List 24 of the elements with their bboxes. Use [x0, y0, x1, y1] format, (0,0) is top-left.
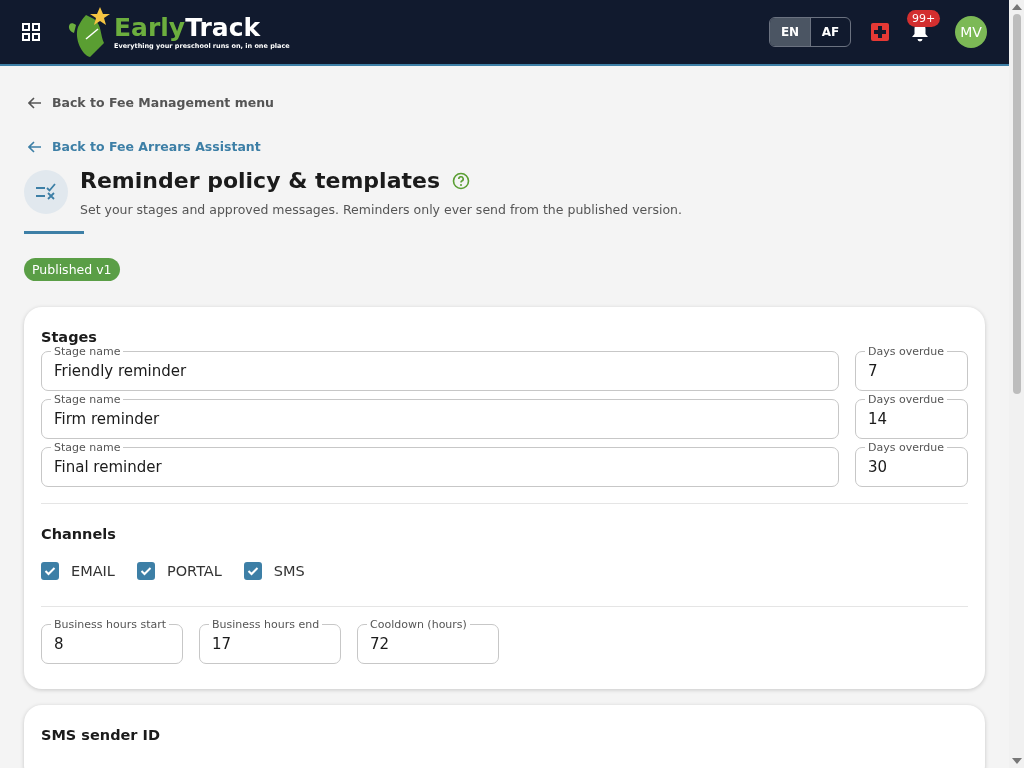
notification-badge: 99+: [907, 10, 941, 27]
status-badge: Published v1: [24, 258, 120, 281]
back-arrow-icon: [28, 96, 42, 109]
language-toggle[interactable]: EN: [770, 18, 810, 46]
section-title: Channels: [41, 526, 117, 542]
checkbox[interactable]: [243, 562, 262, 580]
language-toggle[interactable]: AF: [810, 18, 850, 46]
checkbox-label: PORTAL: [166, 563, 222, 579]
back-link[interactable]: Back to Fee Management menu: [28, 95, 274, 110]
apps-grid-icon[interactable]: [22, 23, 40, 41]
section-title: Stages: [41, 329, 98, 345]
checklist-icon: [35, 183, 57, 201]
back-arrow-icon: [28, 140, 42, 153]
checkbox[interactable]: [41, 562, 59, 580]
first-aid-icon[interactable]: [871, 23, 889, 41]
page-subtitle: Set your stages and approved messages. Reminders only ever send from the published version.: [80, 202, 682, 217]
brand-name: EarlyTrack: [114, 13, 261, 42]
help-icon[interactable]: [452, 171, 471, 190]
back-link[interactable]: Back to Fee Arrears Assistant: [28, 139, 261, 154]
page-title: Reminder policy & templates: [80, 168, 441, 193]
checkbox-label: EMAIL: [71, 563, 115, 579]
section-title: SMS sender ID: [41, 727, 161, 743]
checkbox[interactable]: [136, 562, 155, 580]
checkbox-label: SMS: [273, 563, 305, 579]
